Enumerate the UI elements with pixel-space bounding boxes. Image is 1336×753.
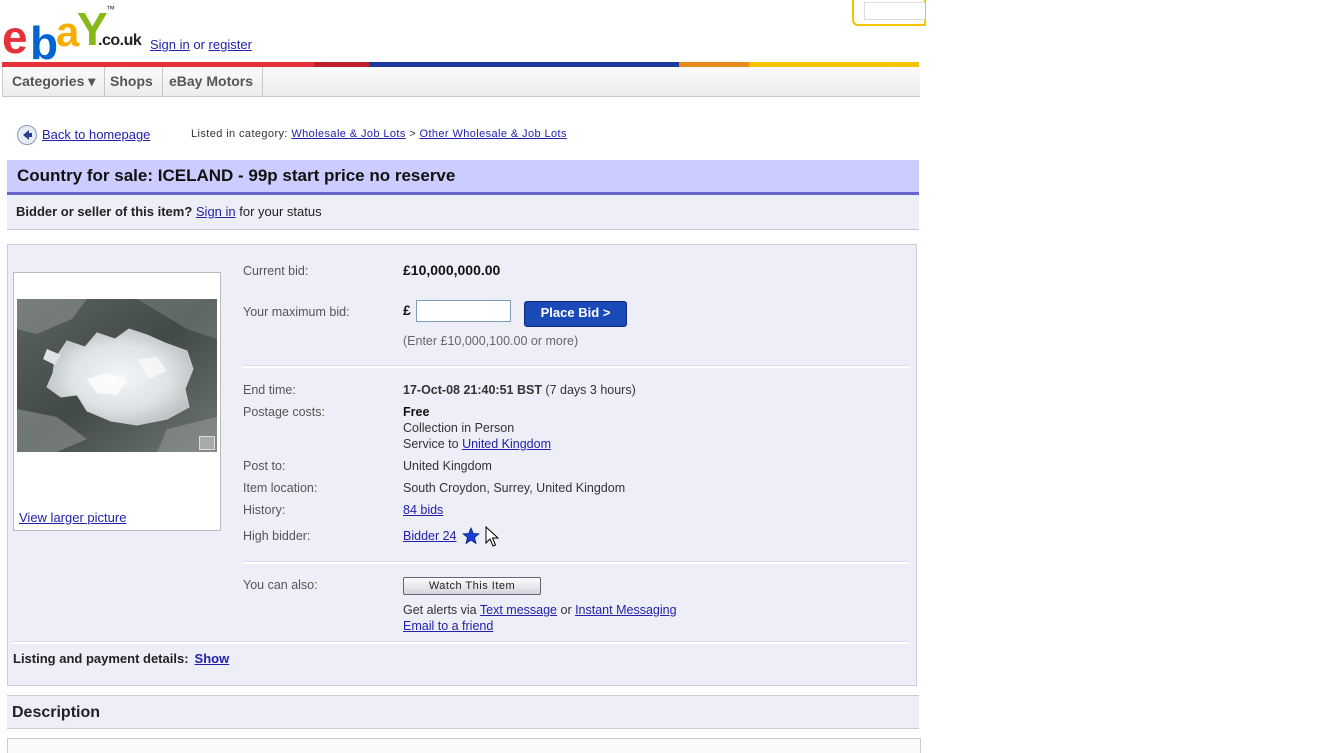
top-nav: Categories ▾ Shops eBay Motors	[2, 67, 920, 97]
post-to-label: Post to:	[243, 459, 286, 473]
zoom-icon[interactable]	[199, 436, 215, 450]
status-suffix: for your status	[235, 204, 322, 219]
feedback-star-icon[interactable]	[462, 527, 480, 545]
listing-payment-details: Listing and payment details: Show	[13, 651, 229, 666]
status-bar: Bidder or seller of this item? Sign in f…	[7, 195, 919, 230]
end-time-label: End time:	[243, 383, 296, 397]
breadcrumb-separator: >	[405, 128, 420, 140]
nav-shops[interactable]: Shops	[101, 67, 163, 96]
description-header: Description	[7, 695, 919, 729]
item-location-value: South Croydon, Surrey, United Kingdom	[403, 481, 626, 495]
show-details-link[interactable]: Show	[195, 651, 230, 666]
currency-symbol: £	[403, 302, 411, 318]
back-to-homepage-link[interactable]: Back to homepage	[42, 127, 150, 142]
nav-categories[interactable]: Categories ▾	[3, 67, 106, 96]
alerts-prefix: Get alerts via	[403, 603, 480, 617]
postage-value: Free	[403, 405, 430, 419]
bid-history-link[interactable]: 84 bids	[403, 503, 443, 517]
divider	[13, 641, 909, 644]
postage-label: Postage costs:	[243, 405, 325, 419]
history-label: History:	[243, 503, 286, 517]
search-input[interactable]	[864, 2, 925, 20]
mouse-cursor-icon	[485, 526, 499, 547]
alerts-line: Get alerts via Text message or Instant M…	[403, 603, 677, 617]
end-time-date: 17-Oct-08 21:40:51 BST	[403, 383, 542, 397]
high-bidder-link[interactable]: Bidder 24	[403, 529, 457, 543]
logo-letter-e: e	[2, 11, 28, 63]
signin-link[interactable]: Sign in	[150, 37, 190, 52]
listed-in-label: Listed in category:	[191, 128, 292, 140]
item-title-bar: Country for sale: ICELAND - 99p start pr…	[7, 160, 919, 195]
service-country-link[interactable]: United Kingdom	[462, 437, 551, 451]
signin-or: or	[189, 37, 209, 52]
watch-item-button[interactable]: Watch This Item	[403, 577, 541, 595]
search-box[interactable]	[852, 0, 926, 26]
picture-box: View larger picture	[13, 272, 221, 531]
high-bidder-label: High bidder:	[243, 529, 311, 543]
post-to-value: United Kingdom	[403, 459, 492, 473]
max-bid-input[interactable]	[416, 300, 511, 322]
service-to: Service to United Kingdom	[403, 437, 551, 451]
logo-trademark: ™	[106, 4, 115, 14]
item-title: Country for sale: ICELAND - 99p start pr…	[17, 166, 456, 185]
logo-letter-a: a	[56, 8, 79, 55]
status-prefix: Bidder or seller of this item?	[16, 204, 193, 219]
max-bid-label: Your maximum bid:	[243, 305, 350, 319]
back-arrow-icon[interactable]	[17, 125, 37, 145]
item-location-label: Item location:	[243, 481, 318, 495]
postage-method: Collection in Person	[403, 421, 515, 435]
current-bid-label: Current bid:	[243, 264, 309, 278]
item-picture[interactable]	[17, 299, 217, 452]
service-prefix: Service to	[403, 437, 463, 451]
signin-register: Sign in or register	[150, 37, 252, 52]
text-message-link[interactable]: Text message	[480, 603, 557, 617]
listing-payment-label: Listing and payment details:	[13, 651, 189, 666]
you-can-also-label: You can also:	[243, 578, 318, 592]
nav-ebay-motors[interactable]: eBay Motors	[160, 67, 264, 96]
place-bid-button[interactable]: Place Bid >	[524, 301, 627, 327]
view-larger-picture-link[interactable]: View larger picture	[19, 510, 126, 525]
ebay-logo[interactable]: e b a Y ™ .co.uk	[2, 3, 144, 69]
divider	[243, 561, 909, 564]
alerts-or: or	[557, 603, 576, 617]
category-breadcrumb: Listed in category: Wholesale & Job Lots…	[191, 128, 567, 140]
current-bid-value: £10,000,000.00	[403, 262, 501, 278]
end-time-remaining: (7 days 3 hours)	[541, 383, 636, 397]
logo-domain: .co.uk	[98, 32, 142, 49]
status-text: Bidder or seller of this item? Sign in f…	[16, 204, 322, 219]
description-body	[7, 738, 921, 753]
end-time-value: 17-Oct-08 21:40:51 BST (7 days 3 hours)	[403, 383, 636, 397]
description-title: Description	[12, 704, 101, 721]
instant-messaging-link[interactable]: Instant Messaging	[575, 603, 676, 617]
email-friend-link[interactable]: Email to a friend	[403, 619, 493, 633]
register-link[interactable]: register	[209, 37, 252, 52]
status-signin-link[interactable]: Sign in	[196, 204, 236, 219]
divider	[243, 365, 909, 368]
bid-hint: (Enter £10,000,100.00 or more)	[403, 334, 579, 348]
category-link-other-wholesale[interactable]: Other Wholesale & Job Lots	[419, 128, 566, 140]
category-link-wholesale[interactable]: Wholesale & Job Lots	[291, 128, 405, 140]
